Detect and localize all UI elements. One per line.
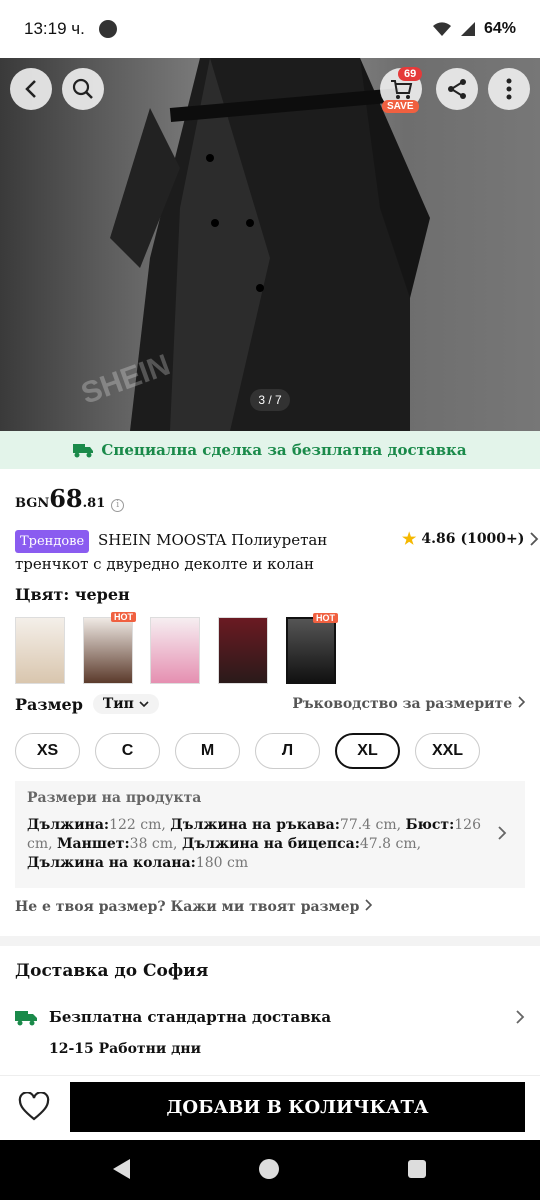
wifi-icon [432, 22, 451, 36]
chevron-right-icon [518, 696, 526, 708]
color-swatch-burgundy[interactable] [218, 617, 268, 684]
share-button[interactable] [436, 68, 478, 110]
save-badge: SAVE [382, 100, 419, 113]
size-options: XS C M Л XL XXL [15, 733, 480, 769]
rating-value: 4.86 [421, 530, 456, 547]
measurements-body: Дължина:122 cm, Дължина на ръкава:77.4 c… [27, 816, 485, 873]
chevron-right-icon [365, 899, 373, 911]
color-swatch-brown[interactable]: HOT [83, 612, 136, 684]
measurements-heading: Размери на продукта [27, 790, 202, 806]
measure-key: Дължина на ръкава: [170, 817, 340, 833]
size-header: Размер Тип Ръководство за размерите [15, 694, 526, 714]
size-option-l[interactable]: Л [255, 733, 320, 769]
info-icon[interactable]: i [111, 498, 125, 512]
add-to-cart-button[interactable]: ДОБАВИ В КОЛИЧКАТА [70, 1082, 525, 1132]
size-feedback-text: Не е твоя размер? Кажи ми твоят размер [15, 899, 360, 915]
messenger-icon [98, 20, 117, 38]
cart-count-badge: 69 [398, 67, 423, 81]
measure-value: 47.8 cm, [359, 836, 422, 852]
delivery-heading: Доставка до София [15, 961, 209, 981]
status-bar: 13:19 ч. 64% [0, 0, 540, 58]
size-guide-label: Ръководство за размерите [292, 696, 513, 712]
size-option-xs[interactable]: XS [15, 733, 80, 769]
image-counter: 3 / 7 [250, 389, 290, 411]
heart-icon [18, 1091, 50, 1121]
truck-icon [73, 444, 94, 458]
nav-recents-icon[interactable] [408, 1160, 426, 1178]
color-swatch-black[interactable]: HOT [286, 613, 338, 684]
size-type-label: Тип [102, 696, 134, 712]
more-vertical-icon [506, 78, 512, 100]
chevron-right-icon [498, 826, 507, 840]
measure-value: 77.4 cm, [339, 817, 406, 833]
color-label: Цвят: черен [15, 585, 130, 604]
hot-badge: HOT [111, 612, 136, 622]
price-currency: BGN [15, 496, 50, 511]
chevron-left-icon [25, 80, 36, 98]
measure-value: 122 cm, [109, 817, 171, 833]
chevron-right-icon [530, 531, 539, 546]
size-option-s[interactable]: C [95, 733, 160, 769]
status-time: 13:19 ч. [24, 19, 85, 38]
size-type-dropdown[interactable]: Тип [92, 694, 159, 714]
shipping-method-row[interactable]: Безплатна стандартна доставка [15, 1008, 525, 1026]
chevron-down-icon [139, 701, 149, 708]
signal-icon [460, 22, 475, 36]
trend-badge: Трендове [15, 530, 90, 553]
measure-key: Маншет: [57, 836, 130, 852]
product-title: Трендове SHEIN MOOSTA Полиуретан тренчко… [15, 529, 390, 576]
search-icon [72, 78, 93, 99]
measure-key: Бюст: [405, 817, 455, 833]
measure-value: 38 cm, [129, 836, 182, 852]
size-option-m[interactable]: M [175, 733, 240, 769]
wishlist-button[interactable] [18, 1091, 50, 1126]
deal-banner[interactable]: Специална сделка за безплатна доставка [0, 431, 540, 469]
star-icon: ★ [402, 529, 417, 548]
back-button[interactable] [10, 68, 52, 110]
review-count: (1000+) [460, 530, 525, 547]
size-label: Размер [15, 694, 83, 714]
measure-value: 180 cm [195, 855, 249, 871]
product-image-gallery[interactable]: SHEIN 69 SAVE [0, 58, 540, 431]
size-guide-link[interactable]: Ръководство за размерите [292, 696, 526, 712]
color-swatch-beige[interactable] [15, 617, 65, 684]
nav-back-icon[interactable] [113, 1159, 130, 1179]
deal-banner-text: Специална сделка за безплатна доставка [101, 441, 467, 459]
nav-home-icon[interactable] [259, 1159, 279, 1179]
price: BGN 68 .81 i [15, 484, 125, 513]
color-swatch-pink[interactable] [150, 617, 200, 684]
size-option-xxl[interactable]: XXL [415, 733, 480, 769]
price-decimal: .81 [82, 496, 106, 511]
rating[interactable]: ★ 4.86 (1000+) [402, 529, 539, 548]
measure-key: Дължина на колана: [27, 855, 196, 871]
price-integer: 68 [49, 484, 83, 513]
delivery-days: 12-15 Работни дни [49, 1041, 202, 1057]
truck-icon [15, 1011, 37, 1026]
size-option-xl[interactable]: XL [335, 733, 400, 769]
product-measurements[interactable]: Размери на продукта Дължина:122 cm, Дълж… [15, 781, 525, 888]
hot-badge: HOT [313, 613, 338, 623]
measure-key: Дължина: [27, 817, 110, 833]
battery-level: 64% [483, 20, 516, 37]
status-icons: 64% [432, 20, 516, 38]
more-button[interactable] [488, 68, 530, 110]
size-feedback-link[interactable]: Не е твоя размер? Кажи ми твоят размер [15, 899, 373, 915]
measure-key: Дължина на бицепса: [181, 836, 360, 852]
shipping-method: Безплатна стандартна доставка [49, 1008, 332, 1026]
share-icon [448, 79, 466, 99]
chevron-right-icon [516, 1010, 525, 1024]
section-divider [0, 936, 540, 946]
search-button[interactable] [62, 68, 104, 110]
